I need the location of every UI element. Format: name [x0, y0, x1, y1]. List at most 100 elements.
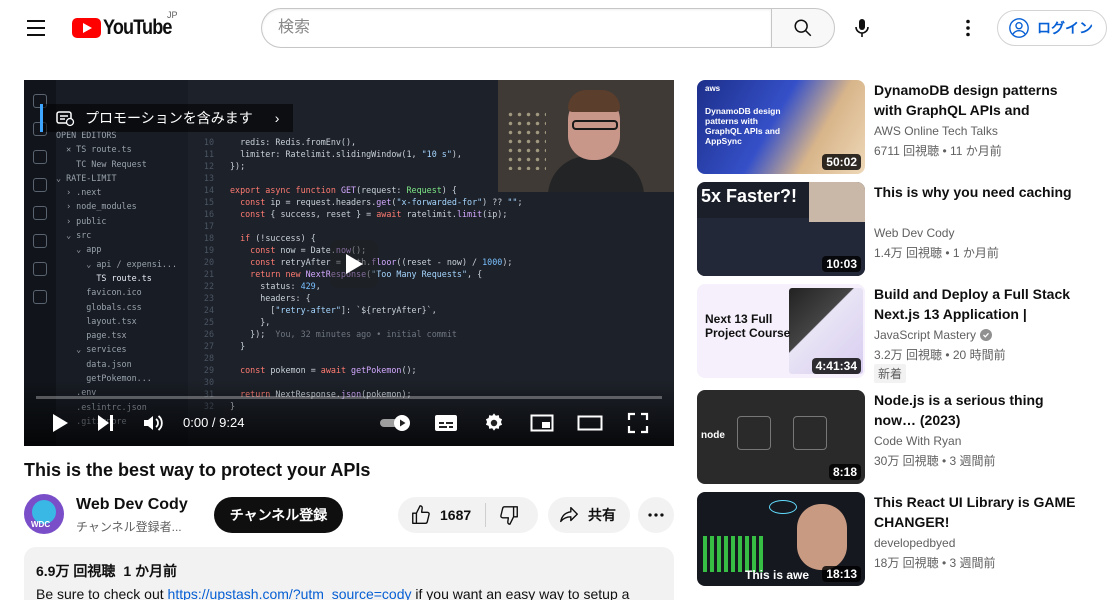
- like-button[interactable]: 1687: [398, 497, 471, 533]
- recommendation-title[interactable]: Node.js is a serious thing now… (2023): [874, 390, 1084, 430]
- search-icon: [794, 19, 812, 37]
- fullscreen-button[interactable]: [624, 409, 652, 437]
- channel-subscriber-count: チャンネル登録者...: [76, 520, 182, 534]
- channel-label: Code With Ryan: [874, 434, 962, 448]
- search-bar: [261, 8, 835, 48]
- video-duration: 50:02: [822, 154, 861, 170]
- thumbnail-text: Next 13 Full Project Course: [705, 312, 791, 340]
- new-badge: 新着: [874, 364, 907, 383]
- chart-graphic: [703, 536, 763, 572]
- progress-bar[interactable]: [36, 396, 662, 399]
- settings-more-button[interactable]: [948, 8, 988, 48]
- recommendation-title[interactable]: DynamoDB design patterns with GraphQL AP…: [874, 80, 1084, 120]
- channel-label: JavaScript Mastery: [874, 328, 977, 342]
- promotion-label: プロモーションを含みます: [85, 110, 253, 126]
- description-text: Be sure to check out https://upstash.com…: [36, 586, 662, 600]
- channel-label: AWS Online Tech Talks: [874, 124, 998, 138]
- video-thumbnail[interactable]: aws DynamoDB design patterns with GraphQ…: [697, 80, 865, 174]
- chevron-right-icon: ›: [274, 110, 280, 126]
- menu-icon[interactable]: [16, 10, 56, 46]
- recommendation-channel: AWS Online Tech Talks: [874, 124, 998, 138]
- paid-promotion-notice[interactable]: プロモーションを含みます ›: [40, 104, 294, 132]
- total-time: 9:24: [219, 415, 245, 430]
- recommendation-channel: developedbyed: [874, 536, 955, 550]
- microphone-icon: [855, 19, 869, 37]
- recommendation-item[interactable]: node 8:18 Node.js is a serious thing now…: [697, 390, 1097, 484]
- recommendation-title[interactable]: This React UI Library is GAME CHANGER!: [874, 492, 1084, 532]
- recommendation-title[interactable]: Build and Deploy a Full Stack Next.js 13…: [874, 284, 1084, 324]
- video-duration: 10:03: [822, 256, 861, 272]
- share-button[interactable]: 共有: [548, 497, 630, 533]
- account-icon: [1009, 18, 1029, 38]
- gear-icon: [485, 413, 503, 431]
- play-icon: [53, 414, 68, 432]
- skip-next-icon: [98, 415, 113, 431]
- more-horizontal-icon: [648, 513, 664, 517]
- video-thumbnail[interactable]: Next 13 Full Project Course 4:41:34: [697, 284, 865, 378]
- autoplay-toggle-icon: [380, 415, 410, 431]
- subscribe-button[interactable]: チャンネル登録: [214, 497, 343, 533]
- thumbnail-text: DynamoDB design patterns with GraphQL AP…: [705, 106, 781, 146]
- video-player[interactable]: OPEN EDITORS ✕ TS route.ts TC New Reques…: [24, 80, 674, 446]
- aws-logo: aws: [705, 84, 721, 93]
- recommendation-meta: 18万 回視聴 • 3 週間前: [874, 556, 996, 570]
- video-duration: 4:41:34: [811, 358, 861, 374]
- video-thumbnail[interactable]: 5x Faster?! 10:03: [697, 182, 865, 276]
- description-meta: 6.9万 回視聴 1 か月前: [36, 561, 662, 581]
- next-button[interactable]: [92, 409, 120, 437]
- video-duration: 18:13: [822, 566, 861, 582]
- recommendation-meta: 1.4万 回視聴 • 1 か月前: [874, 246, 999, 260]
- autoplay-toggle[interactable]: [376, 409, 416, 437]
- more-vertical-icon: [966, 19, 970, 37]
- time-separator: /: [208, 415, 220, 430]
- video-thumbnail[interactable]: This is awe 18:13: [697, 492, 865, 586]
- channel-name[interactable]: Web Dev Cody: [76, 496, 188, 514]
- channel-avatar[interactable]: [24, 494, 64, 534]
- presenter-face: [797, 504, 847, 570]
- description-link[interactable]: https://upstash.com/?utm_source=cody: [168, 586, 412, 600]
- recommendation-channel: JavaScript Mastery: [874, 328, 993, 342]
- thumbnail-text: 5x Faster?!: [701, 186, 798, 206]
- youtube-logo-icon: [72, 18, 101, 38]
- settings-button[interactable]: [480, 409, 508, 437]
- recommendation-channel: Web Dev Cody: [874, 226, 954, 240]
- channel-label: Web Dev Cody: [874, 226, 955, 240]
- video-title: This is the best way to protect your API…: [24, 460, 371, 480]
- more-actions-button[interactable]: [638, 497, 674, 533]
- view-count: 6.9万 回視聴: [36, 563, 116, 579]
- recommendation-item[interactable]: aws DynamoDB design patterns with GraphQ…: [697, 80, 1097, 174]
- recommendation-item[interactable]: This is awe 18:13 This React UI Library …: [697, 492, 1097, 586]
- channel-label: developedbyed: [874, 536, 956, 550]
- recommendation-title[interactable]: This is why you need caching: [874, 182, 1084, 202]
- recommendation-item[interactable]: Next 13 Full Project Course 4:41:34 Buil…: [697, 284, 1097, 383]
- like-dislike-group: 1687: [398, 497, 538, 533]
- volume-icon: [144, 415, 163, 431]
- voice-search-button[interactable]: [842, 8, 882, 48]
- fullscreen-icon: [627, 412, 649, 434]
- diagram-box-right: [793, 416, 827, 450]
- thumbnail-text: node: [701, 430, 725, 441]
- video-thumbnail[interactable]: node 8:18: [697, 390, 865, 484]
- promotion-icon: [56, 111, 75, 127]
- dislike-button[interactable]: [486, 497, 520, 533]
- diagram-box-left: [737, 416, 771, 450]
- mute-button[interactable]: [138, 409, 168, 437]
- youtube-logo[interactable]: YouTube JP: [72, 10, 183, 40]
- login-label: ログイン: [1037, 20, 1093, 36]
- upload-age: 1 か月前: [123, 563, 178, 579]
- recommendation-item[interactable]: 5x Faster?! 10:03 This is why you need c…: [697, 182, 1097, 276]
- center-play-button[interactable]: [330, 240, 378, 288]
- description-box[interactable]: 6.9万 回視聴 1 か月前 Be sure to check out https…: [24, 547, 674, 600]
- search-button[interactable]: [771, 8, 835, 48]
- miniplayer-button[interactable]: [528, 409, 556, 437]
- share-icon: [560, 506, 578, 523]
- thumbs-down-icon: [500, 506, 519, 525]
- play-icon: [346, 254, 363, 274]
- recommendation-channel: Code With Ryan: [874, 434, 961, 448]
- search-input[interactable]: [261, 8, 772, 48]
- subtitles-button[interactable]: [432, 409, 460, 437]
- play-button[interactable]: [46, 409, 74, 437]
- webcam-thumb: [809, 182, 865, 222]
- login-button[interactable]: ログイン: [997, 10, 1107, 46]
- theater-mode-button[interactable]: [576, 409, 604, 437]
